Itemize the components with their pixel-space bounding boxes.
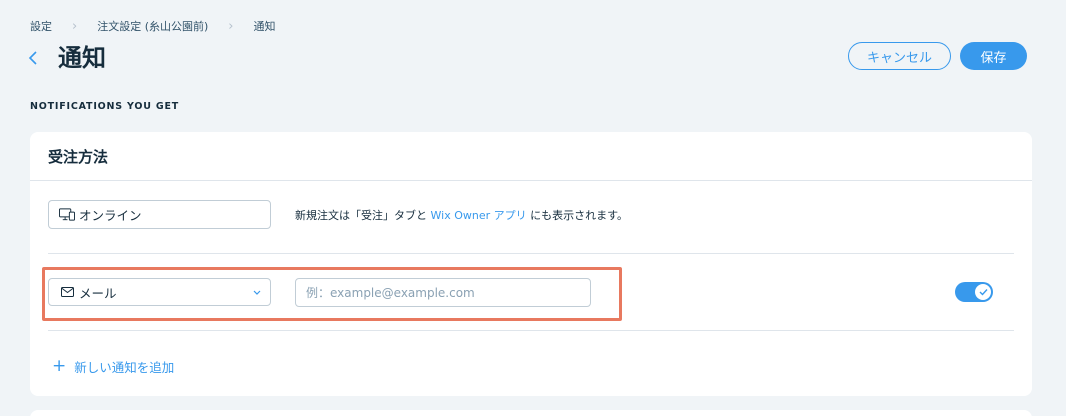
chevron-right-icon: ›: [72, 18, 78, 34]
add-notification-button[interactable]: + 新しい通知を追加: [52, 357, 174, 376]
next-card: [30, 410, 1032, 416]
back-arrow-icon[interactable]: [28, 46, 38, 70]
note-text: 新規注文は「受注」タブと: [295, 209, 431, 222]
add-notification-label: 新しい通知を追加: [74, 360, 175, 375]
save-button[interactable]: 保存: [960, 42, 1027, 70]
mail-icon: [59, 284, 75, 300]
divider: [30, 180, 1032, 181]
wix-owner-app-link[interactable]: Wix Owner アプリ: [431, 209, 527, 222]
plus-icon: +: [52, 356, 67, 376]
order-methods-card: 受注方法 オンライン 新規注文は「受注」タブと Wix Owner アプリ にも…: [30, 132, 1032, 396]
check-icon: [975, 284, 991, 300]
desktop-mobile-icon: [59, 207, 75, 223]
channel-select-value: メール: [79, 285, 117, 301]
card-title: 受注方法: [48, 148, 109, 166]
channel-select[interactable]: メール: [48, 278, 271, 306]
divider: [48, 253, 1014, 254]
breadcrumb: 設定 › 注文設定 (糸山公園前) › 通知: [30, 18, 276, 34]
online-channel-field: オンライン: [48, 200, 271, 229]
online-channel-label: オンライン: [79, 208, 142, 223]
breadcrumb-item-order-settings[interactable]: 注文設定 (糸山公園前): [97, 18, 208, 34]
cancel-button[interactable]: キャンセル: [848, 42, 951, 70]
breadcrumb-item-notifications: 通知: [253, 20, 276, 33]
chevron-right-icon: ›: [228, 18, 234, 34]
divider: [48, 330, 1014, 331]
note-text-suffix: にも表示されます。: [526, 209, 629, 222]
page-title: 通知: [58, 44, 106, 72]
online-note: 新規注文は「受注」タブと Wix Owner アプリ にも表示されます。: [295, 207, 628, 223]
email-input[interactable]: [295, 278, 591, 307]
chevron-down-icon: [252, 285, 262, 295]
breadcrumb-item-settings[interactable]: 設定: [30, 18, 52, 34]
email-toggle[interactable]: [955, 282, 993, 302]
section-label: NOTIFICATIONS YOU GET: [30, 101, 180, 112]
